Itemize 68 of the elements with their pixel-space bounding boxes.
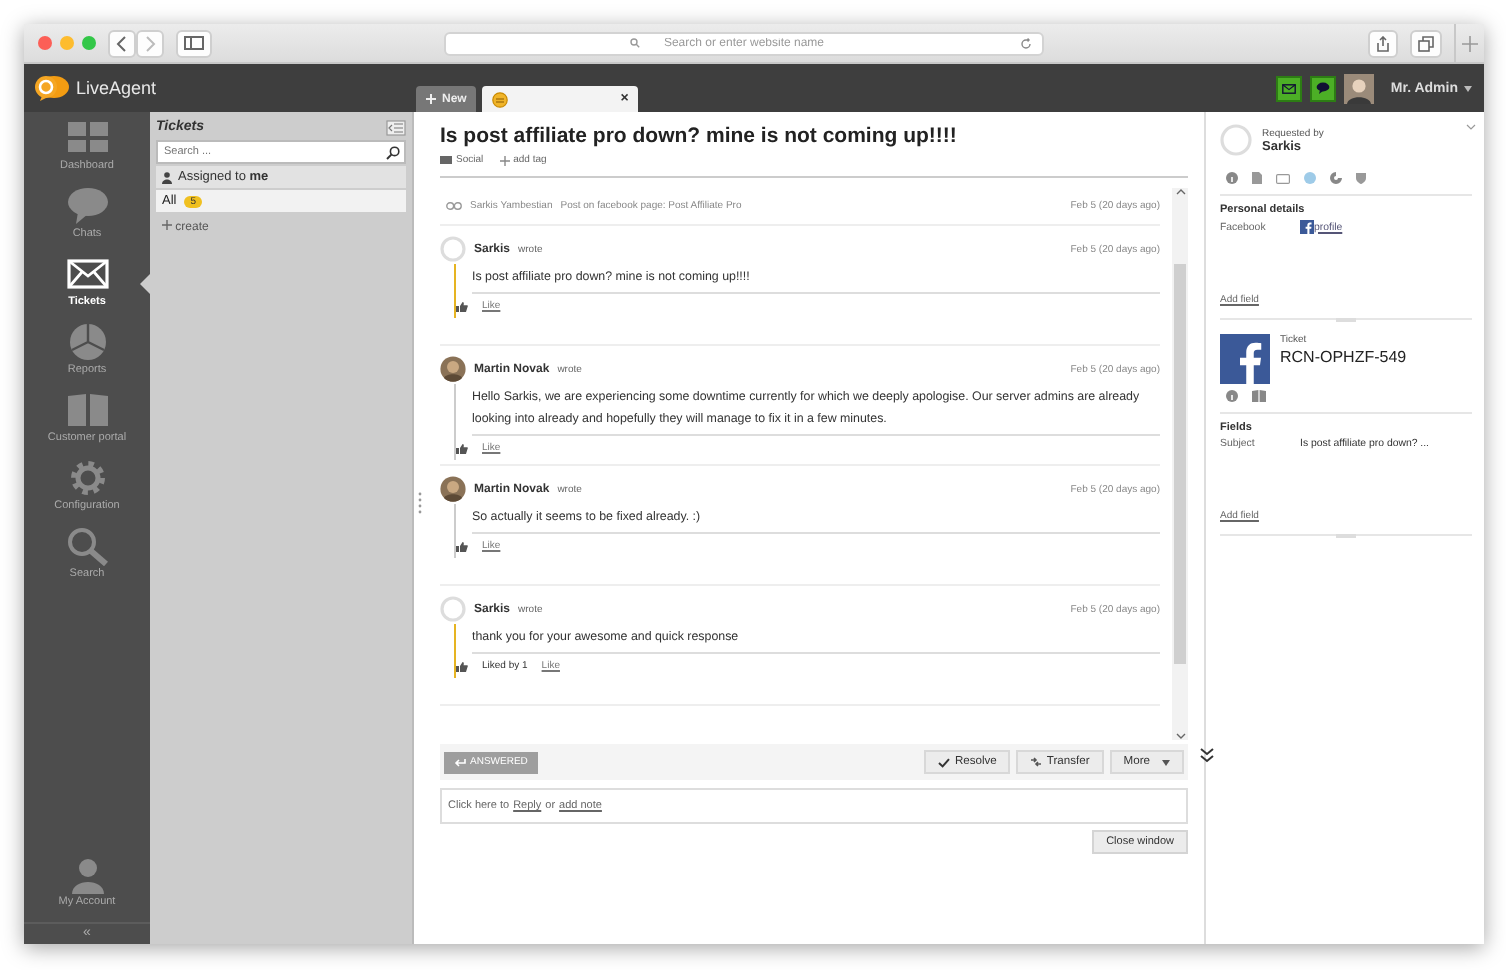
reload-icon[interactable] <box>1020 37 1032 49</box>
document-icon[interactable] <box>1252 172 1262 184</box>
info-icon[interactable] <box>1226 390 1238 402</box>
share-button[interactable] <box>1368 29 1398 57</box>
avatar-icon <box>440 476 466 502</box>
plus-icon <box>499 155 510 165</box>
thumbs-up-icon <box>456 541 468 551</box>
user-avatar-icon[interactable] <box>1344 73 1375 103</box>
thumbs-up-icon <box>456 661 468 671</box>
zoom-dot[interactable] <box>82 36 96 50</box>
email-button[interactable] <box>1276 75 1303 101</box>
check-icon <box>938 757 951 767</box>
info-icon[interactable] <box>1226 172 1238 184</box>
panel-toggle-icon[interactable] <box>386 119 406 135</box>
grid-icon <box>65 118 109 158</box>
book-icon[interactable] <box>1252 390 1266 402</box>
link-icon <box>446 202 462 210</box>
spiral-icon[interactable] <box>1330 172 1342 184</box>
envelope-icon <box>65 254 109 294</box>
tabs-button[interactable] <box>1410 29 1442 57</box>
scrollbar[interactable] <box>1172 188 1188 740</box>
sidebar-button[interactable] <box>176 29 212 57</box>
avatar-icon <box>1220 124 1252 156</box>
plus-icon <box>1462 35 1478 51</box>
thumbs-up-icon <box>456 301 468 311</box>
chevron-up-icon[interactable] <box>1175 188 1185 196</box>
transfer-icon <box>1030 756 1043 768</box>
chat-button[interactable] <box>1310 75 1337 101</box>
avatar-icon <box>440 236 466 262</box>
search-icon <box>65 526 109 566</box>
chevron-down-icon[interactable] <box>1175 732 1185 740</box>
app-logo-text: LiveAgent <box>76 78 157 98</box>
avatar-icon <box>440 356 466 382</box>
person-icon <box>71 858 103 894</box>
speech-bubble-icon <box>65 186 109 226</box>
logo-icon <box>34 74 70 102</box>
book-icon <box>65 390 109 430</box>
caret-icon <box>1162 759 1170 765</box>
folder-icon <box>440 156 452 164</box>
plus-icon <box>162 220 172 230</box>
ticket-status-icon <box>492 91 509 107</box>
chevron-down-icon[interactable] <box>1466 124 1476 130</box>
card-icon[interactable] <box>1276 173 1290 183</box>
minimize-dot[interactable] <box>60 36 74 50</box>
person-icon <box>162 171 172 183</box>
tabs-icon <box>1418 35 1434 51</box>
share-icon <box>1376 35 1390 51</box>
pie-chart-icon <box>65 322 109 362</box>
avatar-icon <box>440 596 466 622</box>
chevron-right-icon <box>144 35 156 51</box>
envelope-icon <box>1282 83 1297 93</box>
chevron-left-icon <box>116 35 128 51</box>
back-button[interactable] <box>108 29 136 57</box>
speech-bubble-icon <box>1316 82 1331 94</box>
thumbs-up-icon <box>456 443 468 453</box>
shield-icon[interactable] <box>1356 172 1366 184</box>
caret-icon <box>1464 85 1472 91</box>
search-icon <box>386 145 400 159</box>
plus-icon <box>426 94 436 104</box>
ticket-code: RCN-OPHZF-549 <box>1280 348 1407 366</box>
close-dot[interactable] <box>38 36 52 50</box>
double-chevron-icon[interactable] <box>1200 748 1214 764</box>
ticket-title: Is post affiliate pro down? mine is not coming up!!!! <box>440 124 959 148</box>
reply-arrow-icon <box>454 757 466 767</box>
sidebar-icon <box>184 36 204 50</box>
gear-icon <box>65 458 109 498</box>
facebook-icon <box>1300 220 1314 234</box>
facebook-logo <box>1220 334 1270 384</box>
